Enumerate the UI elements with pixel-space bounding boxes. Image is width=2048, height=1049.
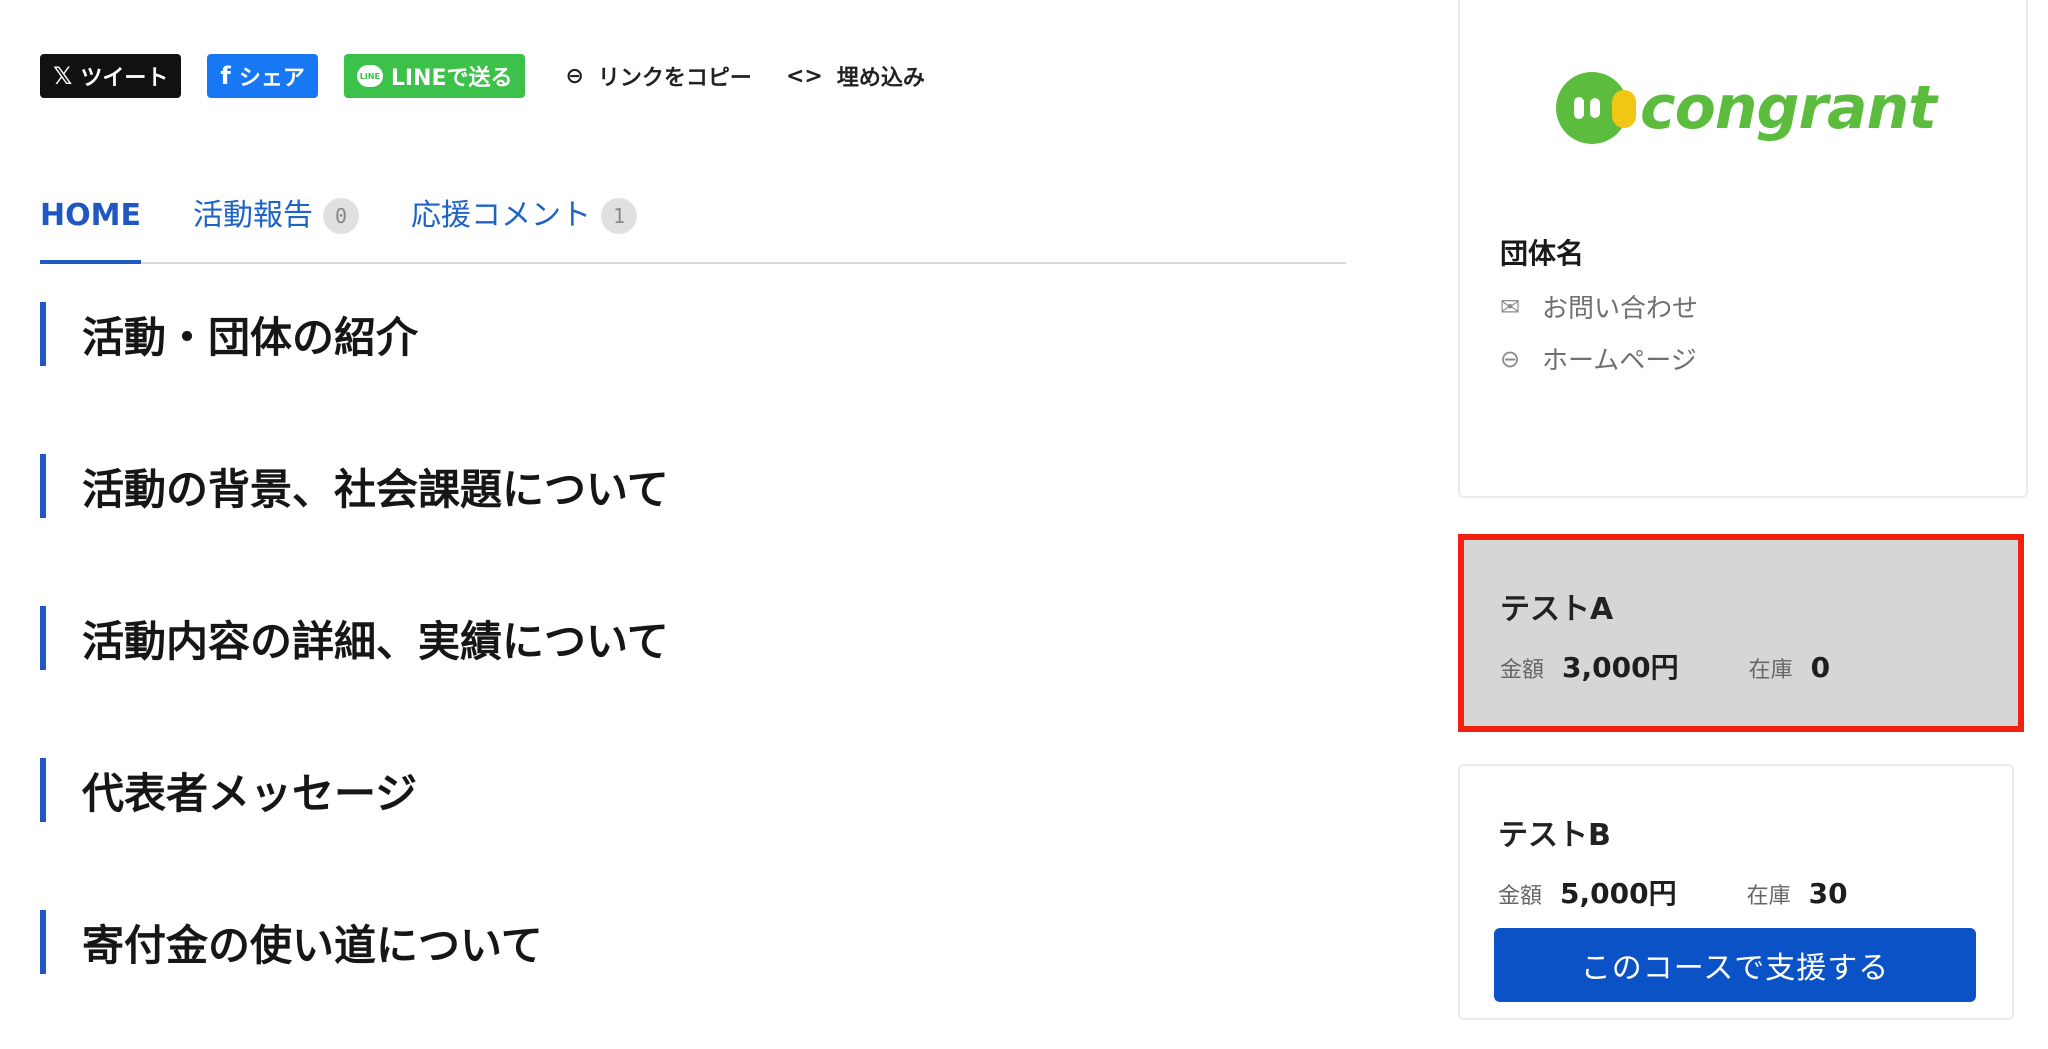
code-icon: <>	[785, 63, 823, 89]
facebook-icon: f	[220, 62, 231, 90]
main-sections: 活動・団体の紹介 活動の背景、社会課題について 活動内容の詳細、実績について 代…	[40, 302, 1346, 1049]
stock-label: 在庫	[1748, 658, 1793, 683]
link-icon: ⊖	[1499, 344, 1521, 373]
tab-support-comments[interactable]: 応援コメント 1	[411, 180, 637, 262]
stock-value: 0	[1810, 651, 1831, 684]
course-meta: 金額 5,000円 在庫 30	[1498, 872, 1969, 912]
organization-card: congrant 団体名 ✉ お問い合わせ ⊖ ホームページ	[1458, 0, 2028, 498]
link-icon: ⊖	[565, 63, 584, 89]
logo-text: congrant	[1640, 73, 1937, 143]
support-course-button[interactable]: このコースで支援する	[1494, 928, 1976, 1002]
section-heading: 代表者メッセージ	[40, 758, 1346, 822]
contact-link[interactable]: ✉ お問い合わせ	[1496, 288, 1698, 325]
line-send-button[interactable]: LINE LINEで送る	[343, 54, 526, 98]
share-bar: 𝕏 ツイート f シェア LINE LINEで送る ⊖ リンクをコピー <> 埋…	[40, 54, 945, 98]
homepage-link[interactable]: ⊖ ホームページ	[1496, 340, 1697, 377]
line-icon-label: LINE	[359, 71, 380, 81]
tab-home[interactable]: HOME	[40, 180, 141, 264]
copy-link-label: リンクをコピー	[597, 66, 752, 91]
tab-activity-reports-label: 活動報告	[192, 198, 313, 233]
stock-value: 30	[1808, 877, 1848, 910]
contact-label: お問い合わせ	[1542, 294, 1699, 324]
activity-reports-count-badge: 0	[322, 198, 359, 234]
tab-home-label: HOME	[40, 198, 141, 233]
congrant-logo: congrant	[1556, 72, 1937, 144]
amount-label: 金額	[1498, 884, 1543, 909]
amount-label: 金額	[1500, 658, 1545, 683]
tweet-button[interactable]: 𝕏 ツイート	[40, 54, 182, 98]
amount-value: 3,000円	[1562, 651, 1679, 684]
section-heading: 活動・団体の紹介	[40, 302, 1346, 366]
stock-label: 在庫	[1746, 884, 1791, 909]
support-comments-count-badge: 1	[600, 198, 637, 234]
course-meta: 金額 3,000円 在庫 0	[1500, 646, 1971, 686]
line-send-label: LINEで送る	[390, 66, 513, 91]
course-name: テストB	[1498, 818, 1611, 853]
homepage-label: ホームページ	[1542, 346, 1697, 376]
section-heading: 活動内容の詳細、実績について	[40, 606, 1346, 670]
congrant-logo-mark-icon	[1556, 72, 1636, 144]
amount-value: 5,000円	[1560, 877, 1677, 910]
embed-button[interactable]: <> 埋め込み	[786, 60, 925, 92]
course-card-test-a[interactable]: テストA 金額 3,000円 在庫 0	[1458, 534, 2024, 732]
mail-icon: ✉	[1499, 292, 1521, 321]
course-card-test-b: テストB 金額 5,000円 在庫 30 このコースで支援する	[1458, 764, 2014, 1020]
tweet-label: ツイート	[80, 66, 169, 91]
facebook-share-button[interactable]: f シェア	[207, 54, 318, 98]
facebook-share-label: シェア	[238, 66, 305, 91]
organization-name: 団体名	[1500, 237, 1585, 270]
line-icon: LINE	[356, 65, 383, 87]
tab-activity-reports[interactable]: 活動報告 0	[193, 180, 359, 262]
copy-link-button[interactable]: ⊖ リンクをコピー	[565, 60, 751, 92]
course-name: テストA	[1500, 592, 1614, 627]
section-heading: 寄付金の使い道について	[40, 910, 1346, 974]
tab-support-comments-label: 応援コメント	[410, 198, 591, 233]
section-heading: 活動の背景、社会課題について	[40, 454, 1346, 518]
content-tabs: HOME 活動報告 0 応援コメント 1	[40, 180, 1346, 264]
x-logo-icon: 𝕏	[53, 62, 73, 90]
embed-label: 埋め込み	[836, 66, 925, 91]
